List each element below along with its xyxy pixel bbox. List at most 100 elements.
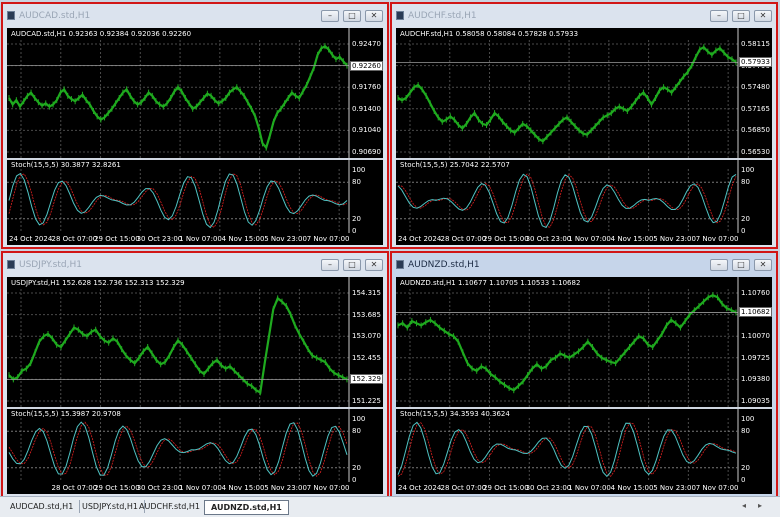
price-tick-label: 0.58115: [741, 40, 770, 48]
time-tick-label: 1 Nov 07:00: [568, 235, 611, 243]
maximize-button[interactable]: □: [343, 259, 361, 271]
chart-canvas: [396, 277, 772, 482]
time-tick-label: 30 Oct 23:00: [136, 484, 183, 492]
price-tick-label: 1.10760: [741, 289, 770, 297]
symbol-info: USDJPY.std,H1 152.628 152.736 152.313 15…: [11, 279, 185, 287]
chart-area[interactable]: AUDNZD.std,H1 1.10677 1.10705 1.10533 1.…: [396, 277, 772, 494]
tab-audchf[interactable]: AUDCHF.std,H1: [133, 500, 207, 513]
close-button[interactable]: ✕: [754, 259, 772, 271]
price-tick-label: 153.070: [352, 332, 381, 341]
stoch-main-line: [8, 172, 348, 229]
symbol-info: AUDCAD.std,H1 0.92363 0.92384 0.92036 0.…: [11, 30, 192, 38]
time-tick-label: 29 Oct 15:00: [94, 484, 140, 492]
stochastic-label: Stoch(15,5,5) 25.7042 22.5707: [400, 161, 510, 169]
scroll-right-icon[interactable]: ▸: [758, 501, 762, 510]
minimize-button[interactable]: –: [321, 259, 339, 271]
time-tick-label: 30 Oct 23:00: [525, 484, 572, 492]
price-tick-label: 0.57165: [741, 104, 770, 113]
maximize-button[interactable]: □: [732, 259, 750, 271]
price-tick-label: 153.685: [352, 310, 381, 319]
window-title: AUDCAD.std,H1: [19, 11, 91, 21]
stoch-tick-label: 0: [352, 476, 357, 484]
stochastic-label: Stoch(15,5,5) 15.3987 20.9708: [11, 410, 121, 418]
maximize-button[interactable]: □: [343, 10, 361, 22]
time-tick-label: 1 Nov 07:00: [179, 484, 222, 492]
price-tick-label: 0.56850: [741, 126, 770, 135]
stoch-tick-label: 20: [352, 463, 361, 472]
chart-window-audnzd[interactable]: AUDNZD.std,H1 – □ ✕ AUDNZD.std,H1 1.10677 1.…: [390, 251, 778, 498]
price-tick-label: 151.225: [352, 397, 381, 405]
chart-window-audchf[interactable]: AUDCHF.std,H1 – □ ✕ AUDCHF.std,H1 0.58058 0.…: [390, 2, 778, 249]
tab-audcad[interactable]: AUDCAD.std,H1: [4, 500, 81, 513]
time-tick-label: 5 Nov 23:00: [653, 235, 696, 243]
price-series: [397, 293, 737, 392]
minimize-button[interactable]: –: [710, 259, 728, 271]
time-tick-label: 4 Nov 15:00: [610, 235, 654, 243]
chart-area[interactable]: AUDCAD.std,H1 0.92363 0.92384 0.92036 0.…: [7, 28, 383, 245]
chart-window-audcad[interactable]: AUDCAD.std,H1 – □ ✕ AUDCAD.std,H1 0.92363 0.…: [1, 2, 389, 249]
current-price-box: 0.92260: [350, 60, 383, 71]
stoch-tick-label: 20: [352, 214, 361, 223]
stoch-tick-label: 0: [352, 227, 357, 235]
stoch-tick-label: 100: [741, 166, 755, 174]
window-titlebar[interactable]: AUDNZD.std,H1 – □ ✕: [394, 255, 774, 275]
chart-window-icon: [396, 11, 404, 20]
price-series: [8, 44, 348, 150]
close-button[interactable]: ✕: [754, 10, 772, 22]
price-tick-label: 154.315: [352, 289, 381, 297]
chart-window-icon: [396, 260, 404, 269]
scroll-left-icon[interactable]: ◂: [742, 501, 746, 510]
chart-area[interactable]: USDJPY.std,H1 152.628 152.736 152.313 15…: [7, 277, 383, 494]
time-tick-label: 4 Nov 15:00: [610, 484, 654, 492]
stoch-tick-label: 80: [741, 427, 750, 436]
price-series: [397, 45, 737, 143]
chart-window-icon: [7, 11, 15, 20]
chart-window-usdjpy[interactable]: USDJPY.std,H1 – □ ✕ USDJPY.std,H1 152.628 15…: [1, 251, 389, 498]
window-title: USDJPY.std,H1: [19, 260, 82, 270]
price-tick-label: 0.92470: [352, 40, 381, 48]
stoch-tick-label: 20: [741, 214, 750, 223]
price-tick-label: 0.57480: [741, 83, 770, 92]
price-tick-label: 0.91040: [352, 126, 381, 135]
chart-area[interactable]: AUDCHF.std,H1 0.58058 0.58084 0.57828 0.…: [396, 28, 772, 245]
close-button[interactable]: ✕: [365, 10, 383, 22]
window-titlebar[interactable]: AUDCHF.std,H1 – □ ✕: [394, 6, 774, 26]
time-tick-label: 1 Nov 07:00: [179, 235, 222, 243]
stoch-tick-label: 100: [352, 415, 366, 423]
stochastic-label: Stoch(15,5,5) 34.3593 40.3624: [400, 410, 510, 418]
minimize-button[interactable]: –: [321, 10, 339, 22]
stoch-tick-label: 0: [741, 476, 746, 484]
price-tick-label: 0.91400: [352, 104, 381, 113]
window-titlebar[interactable]: AUDCAD.std,H1 – □ ✕: [5, 6, 385, 26]
window-titlebar[interactable]: USDJPY.std,H1 – □ ✕: [5, 255, 385, 275]
time-tick-label: 30 Oct 23:00: [136, 235, 183, 243]
price-series: [8, 296, 348, 395]
stoch-tick-label: 80: [352, 427, 361, 436]
stoch-tick-label: 100: [352, 166, 366, 174]
stoch-tick-label: 0: [741, 227, 746, 235]
time-tick-label: 24 Oct 2024: [398, 484, 442, 492]
time-tick-label: 5 Nov 23:00: [264, 235, 307, 243]
stoch-tick-label: 20: [741, 463, 750, 472]
price-tick-label: 1.10070: [741, 332, 770, 341]
symbol-info: AUDNZD.std,H1 1.10677 1.10705 1.10533 1.…: [400, 279, 581, 287]
time-tick-label: 4 Nov 15:00: [221, 235, 265, 243]
stoch-tick-label: 80: [352, 178, 361, 187]
chart-canvas: [7, 277, 383, 482]
time-tick-label: 7 Nov 07:00: [306, 235, 350, 243]
price-tick-label: 1.09725: [741, 353, 770, 362]
window-title: AUDNZD.std,H1: [408, 260, 480, 270]
chart-grid: [7, 40, 349, 233]
chart-canvas: [7, 28, 383, 233]
price-tick-label: 1.09380: [741, 375, 770, 384]
tab-audnzd[interactable]: AUDNZD.std,H1: [204, 500, 289, 515]
time-tick-label: 7 Nov 07:00: [306, 484, 350, 492]
minimize-button[interactable]: –: [710, 10, 728, 22]
time-tick-label: 29 Oct 15:00: [483, 235, 529, 243]
current-price-box: 0.57933: [739, 57, 772, 68]
stochastic-label: Stoch(15,5,5) 30.3877 32.8261: [11, 161, 121, 169]
chart-window-icon: [7, 260, 15, 269]
time-tick-label: 4 Nov 15:00: [221, 484, 265, 492]
maximize-button[interactable]: □: [732, 10, 750, 22]
close-button[interactable]: ✕: [365, 259, 383, 271]
